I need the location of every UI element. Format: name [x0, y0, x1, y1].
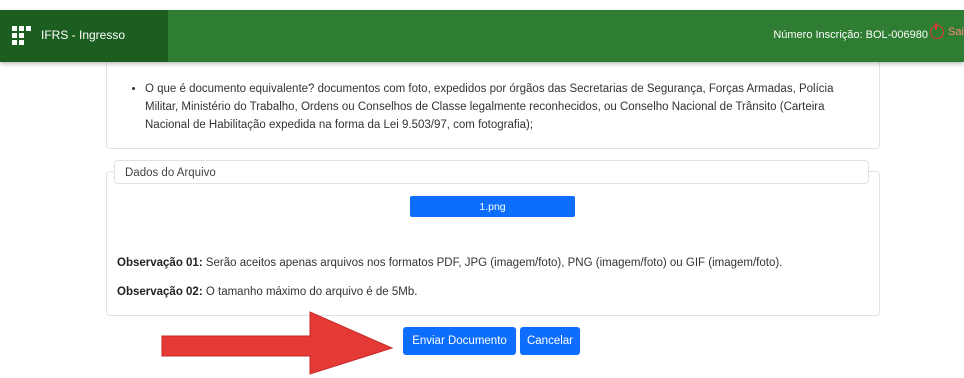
send-document-button[interactable]: Enviar Documento [403, 327, 516, 355]
brand-box[interactable]: IFRS - Ingresso [0, 10, 168, 62]
logout-icon [930, 23, 944, 39]
file-select-button[interactable]: 1.png [410, 196, 575, 217]
top-navbar: IFRS - Ingresso Número Inscrição: BOL-00… [0, 10, 964, 62]
equivalent-document-note: O que é documento equivalente? documento… [145, 80, 869, 134]
ifrs-logo-icon [12, 26, 31, 45]
info-list: O que é documento equivalente? documento… [107, 80, 869, 134]
brand-title: IFRS - Ingresso [41, 28, 126, 42]
observation-02-label: Observação 02: [117, 286, 203, 298]
observation-01-text: Serão aceitos apenas arquivos nos format… [202, 257, 783, 269]
logout-link[interactable]: Sair [930, 23, 964, 39]
file-data-legend: Dados do Arquivo [114, 160, 869, 184]
cancel-button[interactable]: Cancelar [520, 327, 580, 355]
registration-number: Número Inscrição: BOL-006980 [773, 29, 928, 41]
logout-label: Sair [948, 26, 964, 38]
red-arrow-annotation [161, 311, 394, 375]
document-info-card: O que é documento equivalente? documento… [106, 48, 880, 149]
observation-01-label: Observação 01: [117, 257, 203, 269]
observation-01: Observação 01: Serão aceitos apenas arqu… [117, 257, 782, 269]
observation-02: Observação 02: O tamanho máximo do arqui… [117, 286, 417, 298]
observation-02-text: O tamanho máximo do arquivo é de 5Mb. [202, 286, 418, 298]
